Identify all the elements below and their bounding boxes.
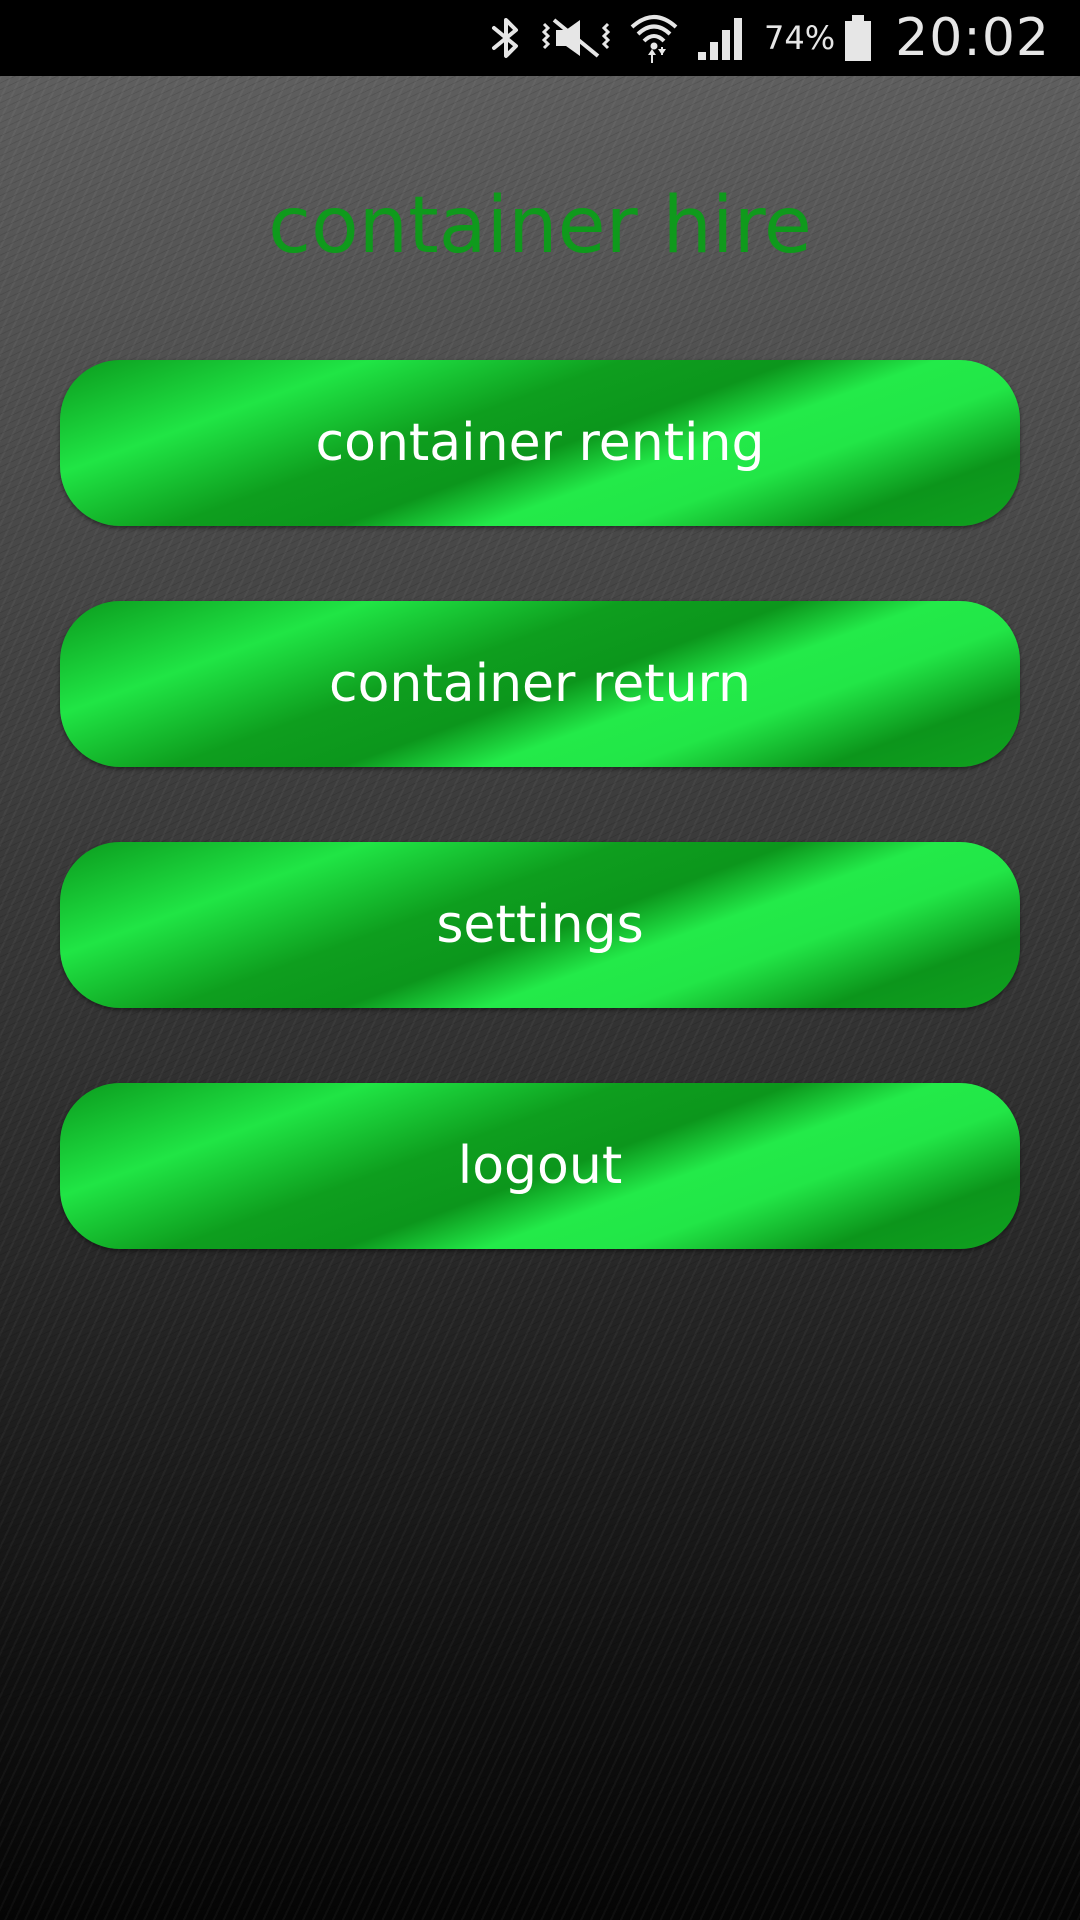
status-bar: 74% 20:02	[0, 0, 1080, 76]
container-renting-button[interactable]: container renting	[60, 360, 1020, 526]
settings-label: settings	[436, 895, 644, 955]
container-return-label: container return	[329, 654, 751, 714]
logout-label: logout	[457, 1136, 623, 1196]
battery-icon	[843, 0, 873, 76]
main-menu: container renting container return setti…	[60, 360, 1020, 1324]
wifi-icon	[628, 0, 680, 76]
settings-button[interactable]: settings	[60, 842, 1020, 1008]
status-clock: 20:02	[895, 8, 1050, 68]
container-return-button[interactable]: container return	[60, 601, 1020, 767]
app-title: container hire	[268, 181, 812, 271]
vibrate-icon	[540, 0, 612, 76]
screen: 74% 20:02 container hire container renti…	[0, 0, 1080, 1920]
battery-percentage: 74%	[764, 19, 836, 57]
bluetooth-icon	[490, 0, 524, 76]
signal-icon	[696, 0, 746, 76]
logout-button[interactable]: logout	[60, 1083, 1020, 1249]
container-renting-label: container renting	[315, 413, 765, 473]
